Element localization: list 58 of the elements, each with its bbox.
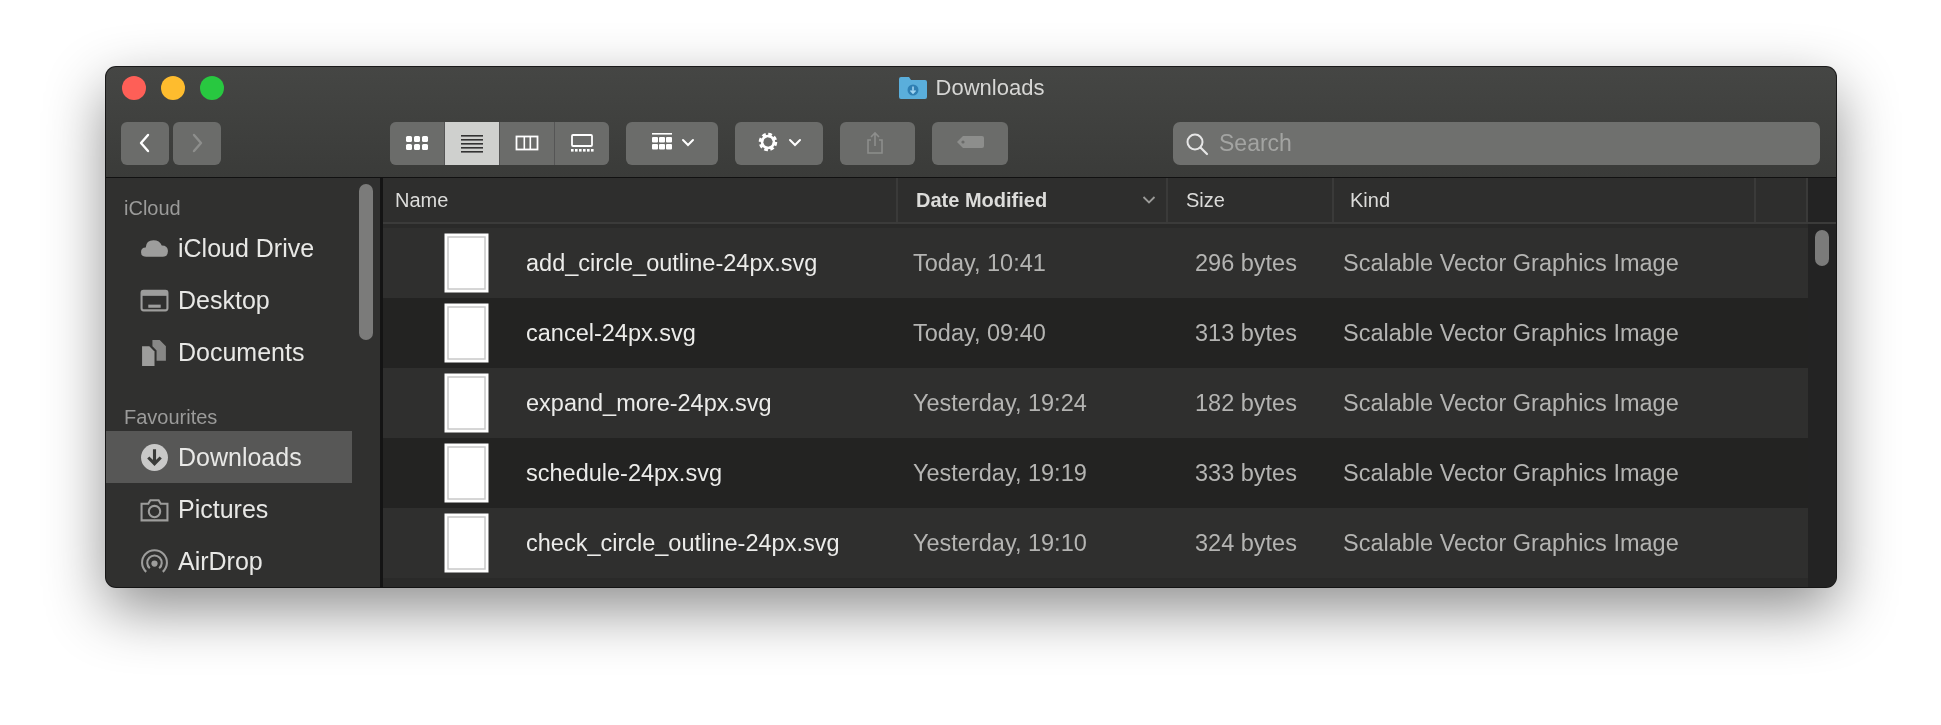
column-header[interactable]: Kind: [1334, 178, 1756, 222]
window-title: Downloads: [935, 75, 1045, 101]
sidebar-item[interactable]: Desktop: [106, 274, 352, 326]
kind-cell-text: Scalable Vector Graphics Image: [1342, 249, 1679, 277]
sidebar-item[interactable]: Pictures: [106, 483, 352, 535]
airdrop-icon: [140, 546, 169, 576]
scrollbar-thumb[interactable]: [359, 184, 373, 340]
date-cell-text: Today, 09:40: [912, 319, 1047, 347]
sidebar-item[interactable]: Downloads: [106, 431, 352, 483]
sidebar-item[interactable]: AirDrop: [106, 535, 352, 587]
size-cell-text: 324 bytes: [1194, 529, 1298, 557]
minimize-button[interactable]: [161, 76, 185, 100]
file-name[interactable]: cancel-24px.svg: [383, 303, 898, 363]
size-cell-text: 182 bytes: [1194, 389, 1298, 417]
file-icon: [444, 373, 489, 433]
list-icon: [460, 132, 484, 154]
size-cell-text: 313 bytes: [1194, 319, 1298, 347]
view-columns-button[interactable]: [500, 121, 554, 165]
column-header[interactable]: Date Modified: [898, 178, 1168, 222]
size-cell-text: 296 bytes: [1194, 249, 1298, 277]
file-icon: [444, 233, 489, 293]
scrollbar-thumb[interactable]: [1815, 230, 1829, 266]
view-gallery-button[interactable]: [555, 121, 609, 165]
folder-icon: [897, 76, 928, 100]
size-cell-text: 333 bytes: [1194, 459, 1298, 487]
view-icons-button[interactable]: [390, 121, 444, 165]
sidebar-item[interactable]: Documents: [106, 326, 352, 378]
download-icon: [140, 442, 169, 472]
documents-icon: [140, 337, 169, 367]
kind-cell-text: Scalable Vector Graphics Image: [1342, 319, 1679, 347]
date-cell-text: Yesterday, 19:24: [912, 389, 1088, 417]
zoom-button[interactable]: [200, 76, 224, 100]
sidebar-section-heading: Favourites: [123, 405, 219, 430]
gallery-icon: [570, 132, 594, 154]
date-cell-text: Today, 10:41: [912, 249, 1047, 277]
action-button[interactable]: [735, 121, 823, 165]
sidebar-item[interactable]: iCloud Drive: [106, 222, 352, 274]
file-name[interactable]: add_circle_outline-24px.svg: [383, 233, 898, 293]
close-button[interactable]: [122, 76, 146, 100]
file-icon: [444, 513, 489, 573]
column-header[interactable]: Name: [383, 178, 898, 222]
sidebar-section-heading: iCloud: [123, 196, 182, 221]
date-cell-text: Yesterday, 19:19: [912, 459, 1088, 487]
file-name[interactable]: expand_more-24px.svg: [383, 373, 898, 433]
file-name[interactable]: schedule-24px.svg: [383, 443, 898, 503]
search-icon: [1185, 131, 1209, 156]
file-name[interactable]: check_circle_outline-24px.svg: [383, 513, 898, 573]
date-cell-text: Yesterday, 19:10: [912, 529, 1088, 557]
kind-cell-text: Scalable Vector Graphics Image: [1342, 459, 1679, 487]
kind-cell-text: Scalable Vector Graphics Image: [1342, 389, 1679, 417]
column-header[interactable]: Size: [1168, 178, 1334, 222]
file-icon: [444, 443, 489, 503]
view-list-button[interactable]: [445, 121, 499, 165]
file-icon: [444, 303, 489, 363]
chevron-down-icon: [1142, 195, 1156, 205]
back-button[interactable]: [121, 121, 169, 165]
kind-cell-text: Scalable Vector Graphics Image: [1342, 529, 1679, 557]
group-button[interactable]: [626, 121, 718, 165]
